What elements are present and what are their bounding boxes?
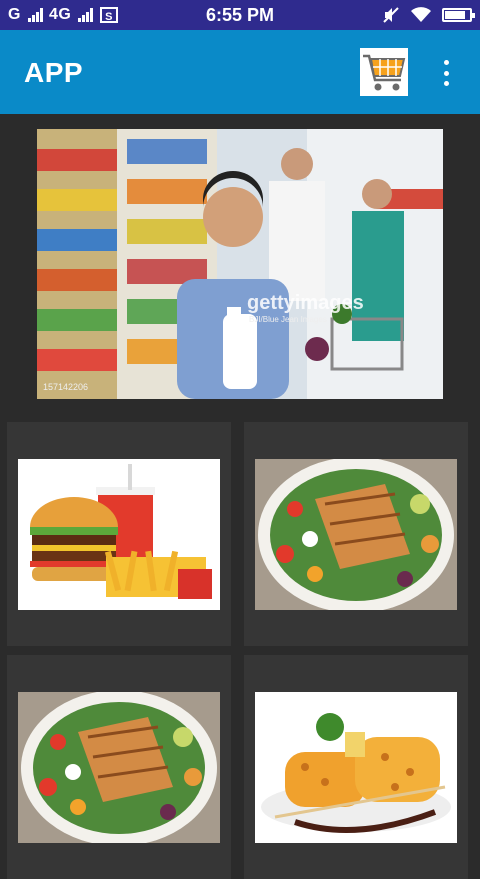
banner-image[interactable]: gettyimages BJI/Blue Jean Images 1571422…: [37, 129, 443, 399]
grilled-chicken-salad-photo: [255, 459, 457, 610]
product-card-1[interactable]: [7, 422, 231, 646]
mute-icon: [383, 7, 399, 23]
product-card-2[interactable]: [244, 422, 468, 646]
product-image-1: [18, 459, 220, 610]
status-right: [382, 0, 475, 30]
dot: [443, 70, 449, 76]
battery-icon: [442, 8, 475, 22]
dot: [443, 81, 449, 86]
product-image-3: [18, 692, 220, 843]
image-code: 157142206: [43, 382, 89, 392]
watermark-credit: BJI/Blue Jean Images: [249, 315, 327, 324]
wifi-icon: [411, 7, 431, 22]
app-title: APP: [24, 57, 84, 88]
grilled-chicken-salad-photo-2: [18, 692, 220, 843]
dot: [443, 60, 449, 65]
product-image-4: [255, 692, 457, 843]
supermarket-family-photo: [37, 129, 443, 399]
burger-fries-photo: [18, 459, 220, 610]
grilled-corn-photo: [255, 692, 457, 843]
status-bar: G 4G S 6:55 PM: [0, 0, 480, 30]
watermark: gettyimages: [247, 292, 364, 314]
more-options-button[interactable]: [436, 56, 456, 90]
product-card-3[interactable]: [7, 655, 231, 879]
app-bar: APP: [0, 30, 480, 114]
product-card-4[interactable]: [244, 655, 468, 879]
shopping-cart-icon: [363, 54, 406, 91]
cart-button[interactable]: [360, 48, 408, 96]
product-image-2: [255, 459, 457, 610]
